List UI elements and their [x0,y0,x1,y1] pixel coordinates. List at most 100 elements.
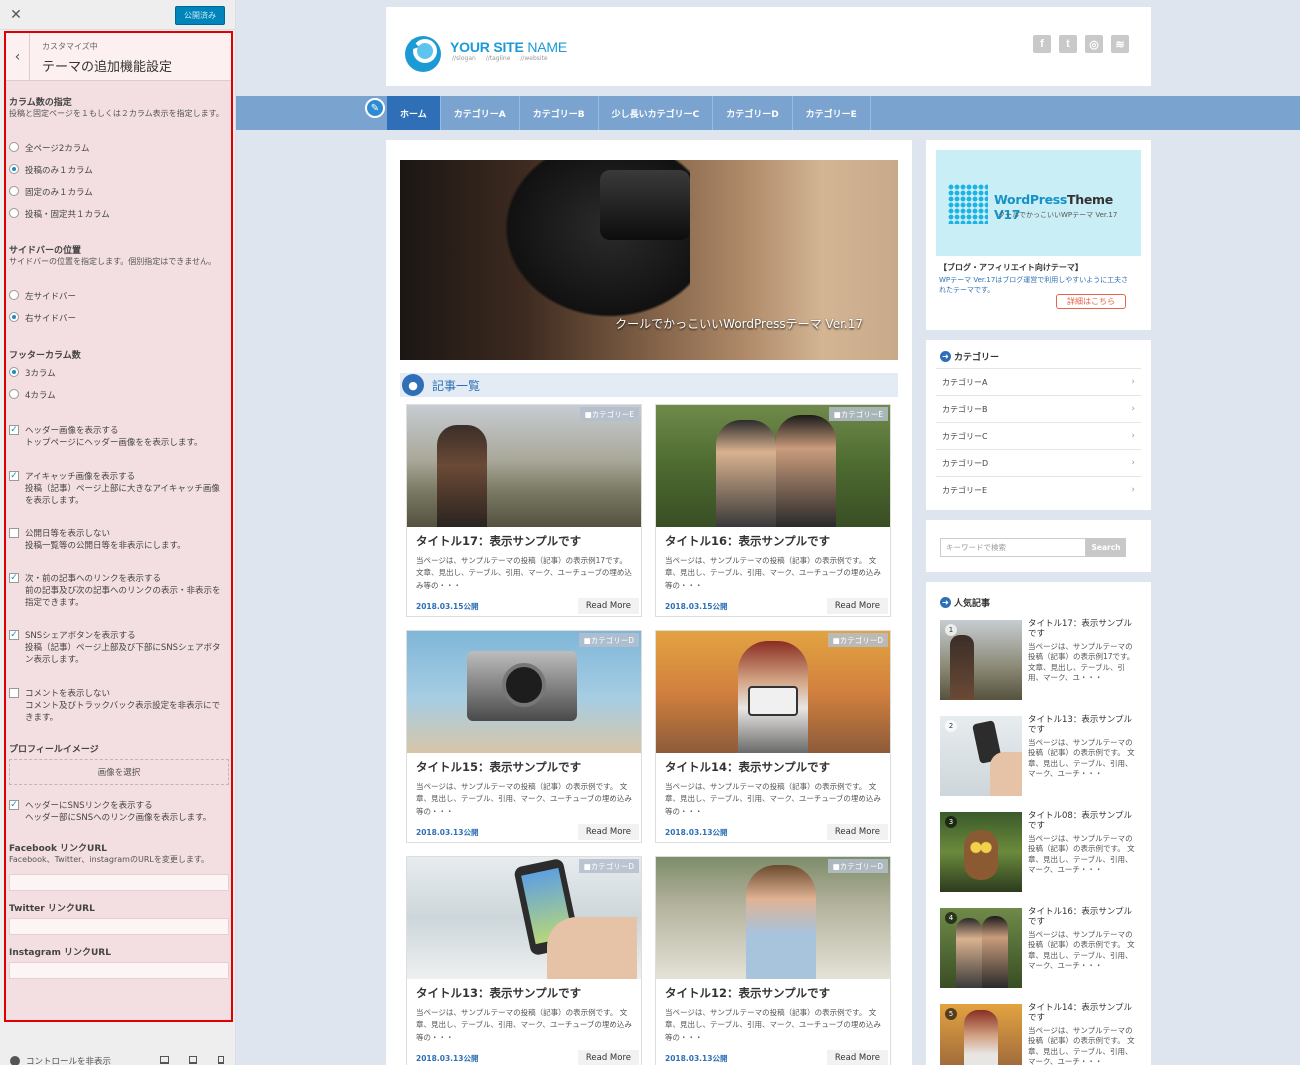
post-card[interactable]: ■ カテゴリーD タイトル14：表示サンプルです 当ページは、サンプルテーマの投… [655,630,891,843]
read-more-button[interactable]: Read More [826,1050,888,1065]
popular-item[interactable]: 5 タイトル14：表示サンプルです 当ページは、サンプルテーマの投稿（記事）の表… [940,1003,1140,1065]
check-eyecatch[interactable]: ✓ アイキャッチ画像を表示する 投稿（記事）ページ上部に大きなアイキャッチ画像を表示… [9,471,225,507]
checkbox[interactable]: ✓ [9,630,19,640]
radio-button[interactable] [9,312,19,322]
desktop-preview-icon[interactable] [160,1056,169,1064]
category-link[interactable]: カテゴリーA › [936,368,1141,395]
checkbox[interactable]: ✓ [9,573,19,583]
post-thumbnail[interactable] [407,857,641,979]
check-prev-next[interactable]: ✓ 次・前の記事へのリンクを表示する 前の記事及び次の記事へのリンクの表示・非表示を… [9,573,225,609]
post-thumbnail[interactable] [407,405,641,527]
instagram-url-field[interactable] [9,962,229,979]
post-title[interactable]: タイトル14：表示サンプルです [665,759,830,775]
details-button[interactable]: 詳細はこちら [1056,294,1126,309]
site-logo-icon[interactable] [403,33,443,73]
category-link[interactable]: カテゴリーC › [936,422,1141,449]
nav-item-category-a[interactable]: カテゴリーA [441,96,520,130]
popular-item[interactable]: 2 タイトル13：表示サンプルです 当ページは、サンプルテーマの投稿（記事）の表… [940,715,1140,800]
post-thumbnail[interactable] [656,631,890,753]
post-title[interactable]: タイトル16：表示サンプルです [665,533,830,549]
read-more-button[interactable]: Read More [577,824,639,840]
radio-column-2[interactable]: 固定のみ１カラム [9,186,93,198]
close-icon[interactable]: ✕ [0,0,32,30]
radio-footer-4[interactable]: 4カラム [9,389,56,401]
radio-sidebar-right[interactable]: 右サイドバー [9,312,76,324]
post-title[interactable]: タイトル15：表示サンプルです [416,759,581,775]
tablet-preview-icon[interactable] [189,1056,197,1064]
twitter-url-field[interactable] [9,918,229,935]
category-badge[interactable]: ■ カテゴリーD [578,859,639,873]
hide-controls-button[interactable]: コントロールを非表示 [10,1055,111,1065]
rss-icon[interactable]: ≋ [1111,35,1129,53]
popular-item[interactable]: 4 タイトル16：表示サンプルです 当ページは、サンプルテーマの投稿（記事）の表… [940,907,1140,992]
popular-title[interactable]: タイトル16：表示サンプルです [1028,907,1140,927]
check-header-sns[interactable]: ✓ ヘッダーにSNSリンクを表示する ヘッダー部にSNSへのリンク画像を表示します。 [9,800,225,824]
popular-item[interactable]: 3 タイトル08：表示サンプルです 当ページは、サンプルテーマの投稿（記事）の表… [940,811,1140,896]
radio-column-1[interactable]: 投稿のみ１カラム [9,164,93,176]
checkbox[interactable] [9,688,19,698]
post-title[interactable]: タイトル13：表示サンプルです [416,985,581,1001]
popular-title[interactable]: タイトル14：表示サンプルです [1028,1003,1140,1023]
check-sns-share[interactable]: ✓ SNSシェアボタンを表示する 投稿（記事）ページ上部及び下部にSNSシェアボタン… [9,630,225,666]
checkbox[interactable]: ✓ [9,425,19,435]
radio-column-0[interactable]: 全ページ2カラム [9,142,89,154]
facebook-url-field[interactable] [9,874,229,891]
published-button[interactable]: 公開済み [175,6,225,25]
instagram-icon[interactable]: ◎ [1085,35,1103,53]
post-card[interactable]: ■ カテゴリーD タイトル15：表示サンプルです 当ページは、サンプルテーマの投… [406,630,642,843]
select-image-button[interactable]: 画像を選択 [9,759,229,785]
category-badge[interactable]: ■ カテゴリーE [579,407,639,421]
post-card[interactable]: ■ カテゴリーE タイトル16：表示サンプルです 当ページは、サンプルテーマの投… [655,404,891,617]
pencil-icon[interactable]: ✎ [365,98,385,118]
check-hide-comments[interactable]: コメントを表示しない コメント及びトラックバック表示設定を非表示にできます。 [9,688,225,724]
post-thumbnail[interactable] [407,631,641,753]
radio-button[interactable] [9,186,19,196]
checkbox[interactable]: ✓ [9,471,19,481]
ad-banner[interactable]: WordPressTheme V17 クールでかっこいいWPテーマ Ver.17 [936,150,1141,256]
radio-button[interactable] [9,142,19,152]
post-title[interactable]: タイトル12：表示サンプルです [665,985,830,1001]
radio-sidebar-left[interactable]: 左サイドバー [9,290,76,302]
radio-button[interactable] [9,367,19,377]
site-name[interactable]: YOUR SITE NAME [450,39,567,55]
nav-item-category-c[interactable]: 少し長いカテゴリーC [599,96,714,130]
facebook-icon[interactable]: f [1033,35,1051,53]
category-link[interactable]: カテゴリーB › [936,395,1141,422]
nav-item-category-d[interactable]: カテゴリーD [713,96,793,130]
category-badge[interactable]: ■ カテゴリーD [827,859,888,873]
read-more-button[interactable]: Read More [577,1050,639,1065]
nav-item-category-b[interactable]: カテゴリーB [520,96,599,130]
read-more-button[interactable]: Read More [826,598,888,614]
post-thumbnail[interactable] [656,857,890,979]
check-header-image[interactable]: ✓ ヘッダー画像を表示する トップページにヘッダー画像をを表示します。 [9,425,225,449]
radio-button[interactable] [9,208,19,218]
post-card[interactable]: ■ カテゴリーE タイトル17：表示サンプルです 当ページは、サンプルテーマの投… [406,404,642,617]
check-hide-date[interactable]: 公開日等を表示しない 投稿一覧等の公開日等を非表示にします。 [9,528,225,552]
category-link[interactable]: カテゴリーE › [936,476,1141,503]
nav-item-home[interactable]: ホーム [387,96,441,130]
post-card[interactable]: ■ カテゴリーD タイトル12：表示サンプルです 当ページは、サンプルテーマの投… [655,856,891,1065]
read-more-button[interactable]: Read More [826,824,888,840]
popular-title[interactable]: タイトル17：表示サンプルです [1028,619,1140,639]
category-badge[interactable]: ■ カテゴリーD [827,633,888,647]
category-link[interactable]: カテゴリーD › [936,449,1141,476]
radio-footer-3[interactable]: 3カラム [9,367,56,379]
checkbox[interactable] [9,528,19,538]
twitter-icon[interactable]: t [1059,35,1077,53]
mobile-preview-icon[interactable] [218,1056,224,1064]
radio-column-3[interactable]: 投稿・固定共１カラム [9,208,110,220]
nav-item-category-e[interactable]: カテゴリーE [793,96,871,130]
radio-button[interactable] [9,389,19,399]
popular-title[interactable]: タイトル13：表示サンプルです [1028,715,1140,735]
popular-title[interactable]: タイトル08：表示サンプルです [1028,811,1140,831]
post-title[interactable]: タイトル17：表示サンプルです [416,533,581,549]
post-thumbnail[interactable] [656,405,890,527]
chevron-left-icon[interactable]: ‹ [6,33,30,80]
post-card[interactable]: ■ カテゴリーD タイトル13：表示サンプルです 当ページは、サンプルテーマの投… [406,856,642,1065]
search-button[interactable]: Search [1086,538,1126,557]
search-input[interactable]: キーワードで検索 [940,538,1086,557]
radio-button[interactable] [9,290,19,300]
category-badge[interactable]: ■ カテゴリーD [578,633,639,647]
category-badge[interactable]: ■ カテゴリーE [828,407,888,421]
radio-button[interactable] [9,164,19,174]
